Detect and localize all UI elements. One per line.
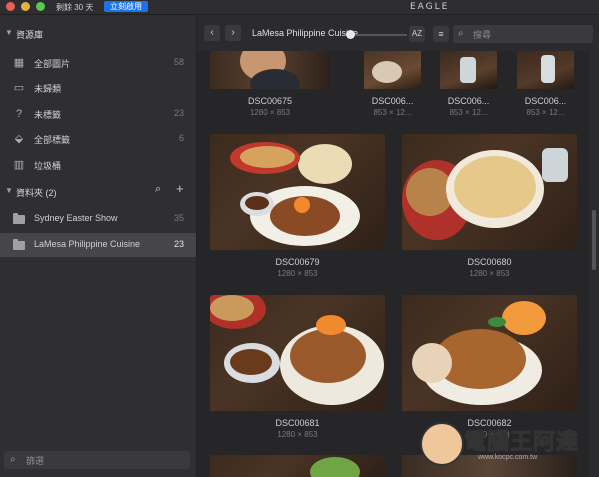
image-thumbnail: [210, 295, 385, 411]
sidebar-item-label: 全部圖片: [34, 59, 71, 69]
zoom-slider-knob[interactable]: [346, 30, 355, 39]
image-thumbnail: [402, 134, 577, 250]
site-watermark-logo: 電腦王阿達 www.kocpc.com.tw: [420, 418, 595, 468]
image-dimensions: 1280 × 853: [277, 430, 318, 439]
image-name: DSC006...: [524, 96, 567, 106]
sidebar-item-count: 58: [173, 57, 184, 67]
watermark-text: 電腦王阿達: [463, 429, 580, 455]
search-icon: ⌕: [10, 454, 16, 465]
image-caption: DSC00680 1280 × 853: [402, 257, 577, 278]
sidebar-item-untagged[interactable]: ? 未標籤 23: [0, 102, 196, 126]
folder-item-sydney-easter-show[interactable]: Sydney Easter Show 35: [0, 207, 196, 231]
search-input[interactable]: [471, 27, 591, 43]
trash-icon: ▥: [13, 159, 25, 171]
image-caption: DSC006... 853 × 12...: [517, 96, 574, 117]
image-dimensions: 1280 × 853: [277, 269, 318, 278]
search-box: ⌕: [453, 25, 593, 43]
tag-icon: ⬙: [14, 133, 24, 145]
mascot-face-icon: [420, 422, 464, 466]
sidebar: ▼ 資源庫 ▦ 全部圖片 58 ▭ 未歸類 ? 未標籤 23 ⬙ 全部標籤 6 …: [0, 15, 197, 477]
image-dimensions: 1280 × 853: [469, 269, 510, 278]
filter-icon[interactable]: ≡: [433, 26, 449, 42]
breadcrumb: LaMesa Philippine Cuisine: [252, 28, 359, 38]
app-title: EAGLE: [410, 2, 450, 12]
image-caption: DSC00681 1280 × 853: [210, 418, 385, 439]
sidebar-item-all-images[interactable]: ▦ 全部圖片 58: [0, 51, 196, 75]
folders-section-header[interactable]: ▼ 資料夾 (2): [0, 181, 196, 201]
sidebar-filter: ⌕: [4, 451, 190, 469]
minimize-window-button[interactable]: [21, 2, 30, 11]
image-thumbnail: [517, 51, 574, 89]
trial-remaining-text: 剩餘 30 天: [56, 3, 94, 12]
folder-count: 23: [173, 239, 184, 249]
image-dimensions: 853 × 12...: [373, 108, 412, 117]
add-folder-icon[interactable]: +: [176, 181, 184, 196]
image-thumbnail: [210, 455, 385, 477]
image-caption: DSC006... 853 × 12...: [440, 96, 497, 117]
image-grid: DSC00675 1280 × 853 DSC006... 853 × 12..…: [197, 51, 589, 477]
sort-button[interactable]: AZ: [409, 26, 425, 42]
grid-icon: ▦: [13, 57, 25, 69]
image-caption: DSC006... 853 × 12...: [364, 96, 421, 117]
image-name: DSC00680: [467, 257, 512, 267]
sidebar-filter-input[interactable]: [24, 453, 188, 469]
activate-now-button[interactable]: 立刻啟用: [104, 1, 148, 12]
chevron-down-icon: ▼: [5, 28, 13, 37]
forward-button[interactable]: ›: [225, 25, 241, 41]
folder-label: LaMesa Philippine Cuisine: [34, 239, 141, 249]
image-thumbnail: [364, 51, 421, 89]
image-thumbnail: [440, 51, 497, 89]
sidebar-item-unsorted[interactable]: ▭ 未歸類: [0, 76, 196, 100]
image-name: DSC00679: [275, 257, 320, 267]
untagged-icon: ?: [15, 108, 23, 120]
close-window-button[interactable]: [6, 2, 15, 11]
folder-icon: [13, 213, 25, 224]
image-caption: DSC00675 1280 × 853: [210, 96, 330, 117]
folders-header-label: 資料夾 (2): [16, 188, 57, 198]
library-section-header[interactable]: ▼ 資源庫: [0, 23, 196, 43]
image-dimensions: 1280 × 853: [249, 108, 291, 117]
back-button[interactable]: ‹: [204, 25, 220, 41]
folder-icon: [13, 239, 25, 250]
image-dimensions: 853 × 12...: [449, 108, 488, 117]
image-name: DSC006...: [447, 96, 490, 106]
folder-count: 35: [173, 213, 184, 223]
zoom-window-button[interactable]: [36, 2, 45, 11]
watermark-url: www.kocpc.com.tw: [478, 454, 538, 461]
unsorted-icon: ▭: [13, 82, 25, 94]
sidebar-item-count: 23: [173, 108, 184, 118]
chevron-down-icon: ▼: [5, 186, 13, 195]
library-header-label: 資源庫: [16, 30, 44, 40]
folder-item-lamesa-philippine-cuisine[interactable]: LaMesa Philippine Cuisine 23: [0, 233, 196, 257]
image-name: DSC00681: [275, 418, 320, 428]
sidebar-item-label: 全部標籤: [34, 135, 71, 145]
image-name: DSC00675: [247, 96, 293, 106]
folder-label: Sydney Easter Show: [34, 213, 118, 223]
sidebar-item-all-tags[interactable]: ⬙ 全部標籤 6: [0, 127, 196, 151]
search-icon: ⌕: [458, 28, 464, 39]
search-folder-icon[interactable]: ⌕: [155, 183, 161, 196]
sidebar-item-label: 垃圾桶: [34, 161, 62, 171]
sidebar-item-label: 未標籤: [34, 110, 62, 120]
title-bar: 剩餘 30 天 立刻啟用 EAGLE: [0, 0, 599, 15]
image-dimensions: 853 × 12...: [526, 108, 565, 117]
zoom-slider[interactable]: [346, 30, 407, 39]
sidebar-item-trash[interactable]: ▥ 垃圾桶: [0, 153, 196, 177]
sidebar-item-label: 未歸類: [34, 84, 62, 94]
image-thumbnail: [210, 51, 330, 89]
image-name: DSC006...: [371, 96, 414, 106]
image-caption: DSC00679 1280 × 853: [210, 257, 385, 278]
toolbar: ‹ › LaMesa Philippine Cuisine AZ ≡ ⌕: [197, 15, 599, 51]
image-thumbnail: [210, 134, 385, 250]
image-thumbnail: [402, 295, 577, 411]
sidebar-item-count: 6: [178, 133, 184, 143]
grid-scrollbar[interactable]: [592, 210, 596, 270]
